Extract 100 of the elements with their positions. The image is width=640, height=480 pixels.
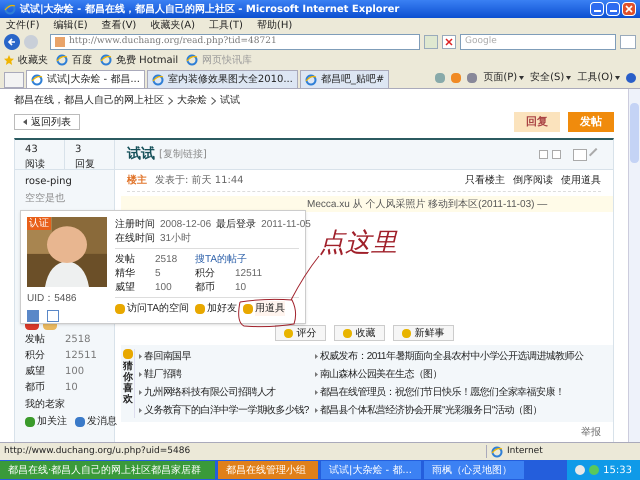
menu-item[interactable]: 工具(T) bbox=[209, 18, 243, 32]
search-icon[interactable] bbox=[620, 35, 636, 49]
caret-icon bbox=[519, 76, 524, 80]
bullet-icon bbox=[139, 354, 142, 359]
recommend-link[interactable]: 权威发布：2011年暑期面向全县农村中小学公开选调进城教师公 bbox=[320, 349, 584, 364]
replies-count: 3 bbox=[75, 143, 82, 157]
stat-label: 发帖 bbox=[115, 252, 136, 267]
post-action-link[interactable]: 使用道具 bbox=[561, 173, 601, 188]
recommend-link[interactable]: 都昌在线管理员：祝您们节日快乐！愿您们全家幸福安康！ bbox=[320, 385, 564, 400]
recommend-link[interactable]: 鞋厂招聘 bbox=[144, 367, 182, 382]
tab-icon bbox=[152, 74, 164, 86]
verified-badge: 认证 bbox=[27, 217, 51, 230]
post-time: 发表于: 前天 11:44 bbox=[155, 174, 244, 188]
previous-icon[interactable] bbox=[539, 150, 548, 159]
post-action-link[interactable]: 只看楼主 bbox=[465, 173, 505, 188]
recommend-link[interactable]: 九州网络科技有限公司招聘人才 bbox=[144, 385, 276, 400]
menu-item[interactable]: 查看(V) bbox=[102, 18, 136, 32]
taskbar-button[interactable]: 试试|大杂烩 - 都... bbox=[321, 461, 421, 479]
bullet-icon bbox=[314, 372, 318, 377]
info-value: 2008-12-06 bbox=[160, 218, 212, 231]
post-action-link[interactable]: 倒序阅读 bbox=[513, 173, 553, 188]
stop-icon bbox=[445, 38, 453, 46]
profile-icon bbox=[27, 310, 39, 322]
bullet-icon bbox=[139, 408, 142, 413]
browser-tab[interactable]: 试试|大杂烩 - 都昌... bbox=[26, 70, 145, 88]
next-icon[interactable] bbox=[552, 150, 561, 159]
report-link[interactable]: 举报 bbox=[581, 425, 601, 440]
stat-label: 都币 bbox=[195, 280, 216, 295]
forward-icon[interactable] bbox=[24, 35, 38, 49]
jump-field[interactable] bbox=[573, 148, 587, 160]
favorite-link[interactable]: 免费 Hotmail bbox=[116, 52, 178, 68]
back-icon[interactable] bbox=[4, 34, 20, 50]
caret-icon bbox=[615, 76, 620, 80]
move-notice: Mecca.xu 从 个人风采照片 移动到本区(2011-11-03) — bbox=[307, 198, 548, 212]
tab-list-icon[interactable] bbox=[4, 72, 24, 88]
views-count: 43 bbox=[25, 143, 39, 157]
globe-icon bbox=[491, 446, 503, 458]
stat-value: 12511 bbox=[65, 349, 98, 363]
profile-link[interactable]: 加好友 bbox=[207, 301, 238, 316]
taskbar-button[interactable]: 雨枫（心灵地图） bbox=[424, 461, 524, 479]
menu-item[interactable]: 编辑(E) bbox=[54, 18, 88, 32]
stop-button[interactable] bbox=[442, 35, 456, 49]
back-to-list-button[interactable]: 返回列表 bbox=[14, 114, 80, 130]
zone-label: Internet bbox=[507, 444, 543, 458]
breadcrumb-link[interactable]: 都昌在线，都昌人自己的网上社区 bbox=[14, 93, 164, 108]
recommend-link[interactable]: 春回南国早 bbox=[144, 349, 192, 364]
tray-icon[interactable] bbox=[589, 465, 600, 475]
command-button[interactable]: 页面(P) bbox=[483, 70, 524, 85]
uid-label: UID：5486 bbox=[27, 292, 78, 306]
bullet-icon bbox=[139, 372, 142, 377]
browser-icon bbox=[4, 3, 16, 15]
user-posts-link[interactable]: 搜TA的帖子 bbox=[195, 252, 299, 267]
menu-item[interactable]: 收藏夹(A) bbox=[150, 18, 195, 32]
favorite-link[interactable]: 百度 bbox=[72, 52, 92, 68]
stat-value: 2518 bbox=[65, 333, 92, 347]
address-field[interactable]: http://www.duchang.org/read.php?tid=48721 bbox=[50, 34, 420, 50]
tab-icon bbox=[31, 74, 43, 86]
hometown-label: 我的老家 bbox=[25, 398, 66, 412]
leader-line bbox=[290, 255, 320, 301]
scrollbar[interactable] bbox=[628, 89, 640, 442]
tray-icon[interactable] bbox=[575, 465, 586, 475]
views-label: 阅读 bbox=[25, 158, 46, 172]
menu-item[interactable]: 文件(F) bbox=[6, 18, 40, 32]
menu-item[interactable]: 帮助(H) bbox=[256, 18, 292, 32]
stat-value: 12511 bbox=[235, 267, 264, 281]
maximize-button[interactable] bbox=[606, 2, 620, 16]
reply-button[interactable]: 回复 bbox=[514, 112, 560, 132]
recommend-link[interactable]: 都昌县个体私营经济协会开展"光彩服务日"活动（图） bbox=[320, 403, 542, 418]
profile-link[interactable]: 用道具 bbox=[255, 301, 286, 316]
favorites-button[interactable]: 收藏夹 bbox=[18, 52, 48, 68]
info-value: 2011-11-05 bbox=[261, 218, 311, 231]
close-button[interactable] bbox=[622, 2, 636, 16]
author-name[interactable]: rose-ping bbox=[25, 174, 114, 189]
bullet-icon bbox=[314, 408, 318, 413]
message-link[interactable]: 发消息 bbox=[87, 414, 117, 429]
command-button[interactable]: 工具(O) bbox=[577, 70, 620, 85]
recommend-link[interactable]: 义务教育下的白洋中学一学期收多少钱? bbox=[144, 403, 309, 418]
author-title: 空空是也 bbox=[25, 192, 66, 206]
star-icon bbox=[4, 55, 14, 65]
info-value: 31小时 bbox=[160, 232, 192, 245]
browser-tab[interactable]: 室内装修效果图大全2010... bbox=[146, 70, 298, 88]
post-action-button[interactable]: 新鲜事 bbox=[392, 325, 454, 341]
browser-tab[interactable]: 都昌吧_贴吧# bbox=[300, 70, 390, 88]
recommend-link[interactable]: 南山森林公园美在生态（图） bbox=[320, 367, 442, 382]
link-icon bbox=[56, 54, 68, 66]
command-button[interactable]: 安全(S) bbox=[530, 70, 572, 85]
profile-link[interactable]: 访问TA的空间 bbox=[127, 301, 190, 316]
breadcrumb-link[interactable]: 试试 bbox=[220, 93, 240, 108]
status-text: http://www.duchang.org/u.php?uid=5486 bbox=[4, 444, 190, 458]
thread-title: 试试 bbox=[127, 145, 155, 164]
stat-label: 发帖 bbox=[25, 332, 46, 347]
stat-value: 10 bbox=[65, 381, 79, 395]
minimize-button[interactable] bbox=[590, 2, 604, 16]
chevron-icon bbox=[211, 96, 216, 104]
follow-link[interactable]: 加关注 bbox=[37, 414, 67, 429]
taskbar-button[interactable]: 都昌在线·都昌人自己的网上社区都昌家居群 bbox=[0, 461, 215, 479]
site-icon bbox=[55, 37, 65, 47]
post-action-button[interactable]: 评分 bbox=[274, 325, 326, 341]
post-action-button[interactable]: 收藏 bbox=[334, 325, 384, 341]
breadcrumb-link[interactable]: 大杂烩 bbox=[177, 93, 207, 108]
